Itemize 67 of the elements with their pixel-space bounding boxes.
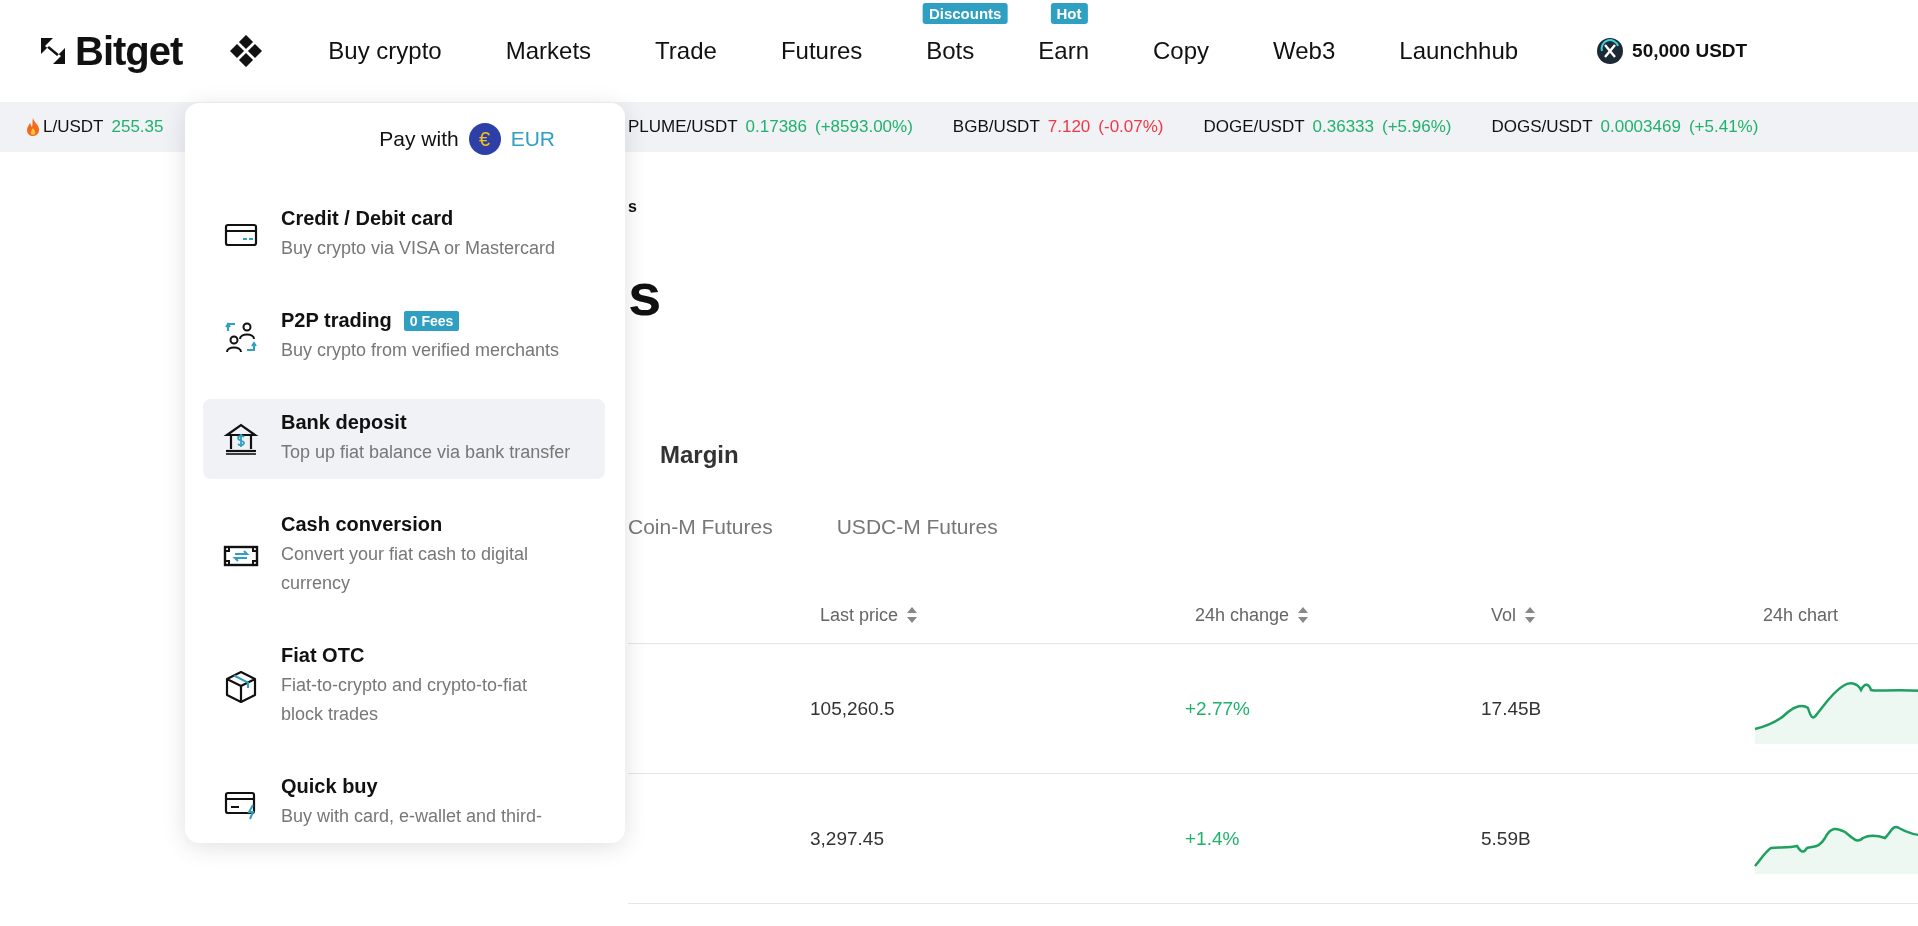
breadcrumb-text: s [628, 198, 638, 217]
price-text: 105,260.5 [810, 697, 895, 719]
ticker-change: (-0.07%) [1098, 117, 1164, 137]
nav-link[interactable]: Web3 [1273, 37, 1336, 64]
column-header: 24h change [1195, 604, 1290, 626]
menu-item[interactable]: Quick buy Buy with card, e-wallet and third- [203, 763, 605, 843]
ticker-change: (+5.96%) [1382, 117, 1452, 137]
menu-item[interactable]: Fiat OTC Fiat-to-crypto and crypto-to-fiat block trades [203, 632, 605, 741]
column-header: Vol [1491, 604, 1517, 626]
nav-link[interactable]: Launchhub [1399, 37, 1519, 64]
change-text: +1.4% [1185, 827, 1240, 849]
ticker-pair[interactable]: DOGE/USDT [1203, 117, 1305, 137]
logo-text[interactable]: Bitget [75, 28, 183, 74]
diamond-icon [230, 35, 263, 67]
currency-badge[interactable]: € [468, 123, 501, 155]
ticker-price: 255.35 [111, 117, 164, 137]
menu-item[interactable]: Cash conversion Convert your fiat cash to digital currency [203, 501, 605, 610]
menu-item-description: Buy crypto via VISA or Mastercard [281, 237, 557, 260]
nav-badge: Discounts [922, 3, 1008, 24]
fee-badge: 0 Fees [403, 310, 460, 331]
nav-link[interactable]: Copy [1153, 37, 1210, 64]
ticker-pair[interactable]: BGB/USDT [952, 117, 1040, 137]
page-title: s [628, 260, 663, 330]
menu-item-title: Bank deposit [281, 411, 407, 434]
nav-link[interactable]: Markets [505, 37, 592, 64]
menu-item-title: Quick buy [281, 775, 378, 798]
volume-text: 5.59B [1481, 827, 1531, 849]
menu-item-title: P2P trading [281, 309, 392, 332]
ticker-change: (+5.41%) [1688, 117, 1759, 137]
menu-item[interactable]: P2P trading 0 Fees Buy crypto from verified merchants [203, 297, 605, 377]
ticker-price: 0.17386 [745, 117, 808, 137]
sub-tab[interactable]: USDC-M Futures [836, 515, 998, 539]
menu-item-description: Top up fiat balance via bank transfer [281, 441, 572, 464]
volume-text: 17.45B [1481, 697, 1542, 719]
box-icon [223, 668, 259, 705]
pay-with-label: Pay with [379, 127, 459, 151]
menu-item-title: Cash conversion [281, 513, 443, 536]
menu-item-description: Buy with card, e-wallet and third- [281, 805, 544, 828]
change-text: +2.77% [1185, 697, 1250, 719]
ticker-change: (+8593.00%) [815, 117, 913, 137]
sub-tab[interactable]: Coin-M Futures [628, 515, 773, 539]
column-header: 24h chart [1763, 604, 1839, 626]
menu-item-description: Fiat-to-crypto and crypto-to-fiat block trades [281, 674, 529, 726]
ticker-price: 7.120 [1047, 117, 1091, 137]
ticker-price: 0.0003469 [1600, 117, 1681, 137]
column-header: Last price [820, 604, 899, 626]
ticker-pair[interactable]: L/USDT [43, 117, 104, 137]
menu-item-description: Convert your fiat cash to digital currency [281, 543, 530, 595]
ticker-pair[interactable]: DOGS/USDT [1491, 117, 1593, 137]
ticker-pair[interactable]: PLUME/USDT [628, 117, 738, 137]
price-text: 3,297.45 [810, 827, 884, 849]
nav-link[interactable]: Buy crypto [328, 37, 442, 64]
menu-item-title: Credit / Debit card [281, 207, 454, 230]
nav-link[interactable]: Bots [926, 37, 975, 64]
ticker-price: 0.36333 [1312, 117, 1374, 137]
menu-item[interactable]: Bank deposit Top up fiat balance via bank transfer [203, 399, 605, 479]
nav-link[interactable]: Futures [780, 37, 863, 64]
menu-item-title: Fiat OTC [281, 644, 365, 667]
nav-badge: Hot [1050, 3, 1088, 24]
menu-item-description: Buy crypto from verified merchants [281, 339, 561, 362]
promo-text[interactable]: 50,000 USDT [1632, 40, 1748, 62]
market-tab[interactable]: Margin [660, 441, 739, 469]
menu-item[interactable]: Credit / Debit card Buy crypto via VISA or Mastercard [203, 195, 605, 275]
nav-link[interactable]: Trade [655, 37, 717, 64]
bank-icon [223, 421, 259, 457]
coin-icon [1596, 37, 1625, 65]
nav-link[interactable]: Earn [1038, 37, 1089, 64]
